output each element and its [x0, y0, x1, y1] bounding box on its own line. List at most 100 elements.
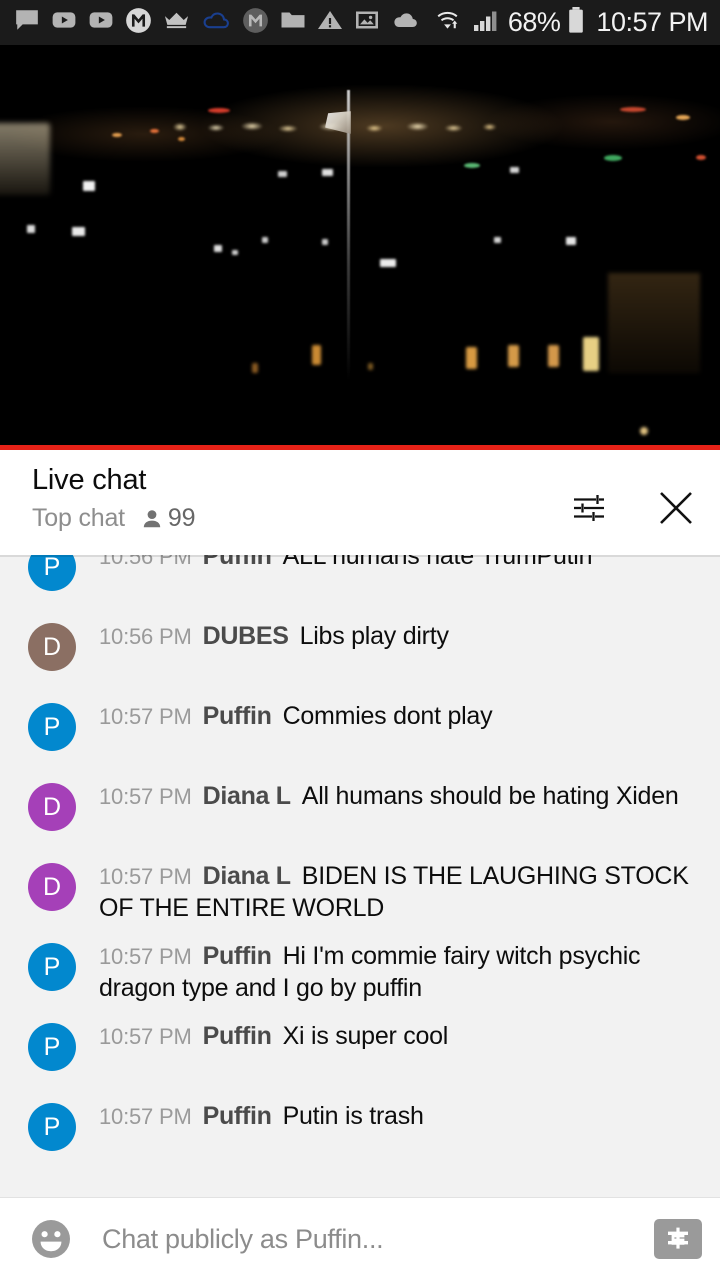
folder-icon	[280, 8, 306, 37]
video-light	[696, 155, 706, 160]
chat-message-body: 10:57 PM Diana L All humans should be hati…	[99, 779, 679, 812]
video-light	[83, 181, 95, 191]
video-light	[252, 363, 258, 373]
message-text: Libs play dirty	[299, 622, 449, 650]
video-skyline-lights	[0, 119, 720, 135]
avatar[interactable]: P	[28, 555, 76, 591]
status-bar-clock: 10:57 PM	[596, 7, 708, 37]
chat-message-row[interactable]: P 10:57 PM Puffin Commies dont play	[0, 699, 720, 779]
chat-message-row[interactable]: D 10:57 PM Diana L All humans should be hat…	[0, 779, 720, 859]
video-light	[322, 239, 328, 245]
message-text: Putin is trash	[282, 1102, 424, 1130]
chat-header-subtitle: Top chat 99	[32, 504, 564, 533]
video-light	[178, 137, 185, 141]
avatar[interactable]: P	[28, 1023, 76, 1071]
message-text: Xi is super cool	[282, 1022, 449, 1050]
video-light	[494, 237, 501, 243]
status-bar-system-icons: 68% 10:57 PM	[435, 6, 708, 39]
video-light	[464, 163, 480, 168]
avatar[interactable]: P	[28, 703, 76, 751]
video-light	[380, 259, 396, 267]
message-timestamp: 10:56 PM	[99, 555, 192, 569]
chat-message-row[interactable]: P 10:57 PM Puffin Hi I'm commie fairy witch…	[0, 939, 720, 1019]
video-light	[278, 171, 287, 177]
message-author[interactable]: Diana L	[203, 782, 292, 810]
message-timestamp: 10:57 PM	[99, 1104, 192, 1129]
video-light	[548, 345, 559, 367]
live-video-player[interactable]	[0, 45, 720, 450]
mega-circle-icon	[242, 7, 269, 39]
wifi-transfer-icon	[435, 7, 466, 38]
video-light	[620, 107, 646, 112]
video-building	[608, 273, 700, 373]
avatar[interactable]: P	[28, 943, 76, 991]
message-timestamp: 10:57 PM	[99, 864, 192, 889]
live-chat-message-list[interactable]: P 10:56 PM Puffin ALL humans hate TrumPutin…	[0, 555, 720, 1197]
message-text: Commies dont play	[282, 702, 493, 730]
chat-message-row[interactable]: D 10:57 PM Diana L BIDEN IS THE LAUGHING ST…	[0, 859, 720, 939]
chat-message-row[interactable]: P 10:57 PM Puffin Xi is super cool	[0, 1019, 720, 1099]
video-light	[510, 167, 519, 173]
chat-mode-label[interactable]: Top chat	[32, 504, 125, 533]
message-author[interactable]: Puffin	[203, 1102, 272, 1130]
video-light	[604, 155, 622, 161]
close-icon	[654, 492, 698, 533]
video-light	[150, 129, 159, 133]
message-author[interactable]: Puffin	[203, 1022, 272, 1050]
video-light	[208, 108, 230, 113]
live-chat-header: Live chat Top chat 99	[0, 450, 720, 555]
tune-sliders-icon	[568, 495, 608, 531]
message-author[interactable]: Puffin	[203, 942, 272, 970]
chat-message-body: 10:57 PM Puffin Hi I'm commie fairy witch …	[99, 939, 697, 1004]
video-light	[508, 345, 519, 367]
message-author[interactable]: DUBES	[203, 622, 289, 650]
video-sky	[0, 45, 720, 450]
video-light	[262, 237, 268, 243]
video-light	[72, 227, 85, 236]
viewer-count-group: 99	[141, 504, 196, 533]
cloud-icon	[391, 9, 420, 36]
message-author[interactable]: Diana L	[203, 862, 292, 890]
video-light	[214, 245, 222, 252]
video-light	[368, 363, 373, 370]
status-bar-notification-icons	[14, 7, 435, 39]
avatar[interactable]: D	[28, 623, 76, 671]
chat-message-row[interactable]: P 10:56 PM Puffin ALL humans hate TrumPutin	[0, 555, 720, 619]
onedrive-cloud-icon	[201, 8, 231, 37]
video-light	[640, 427, 648, 435]
avatar[interactable]: D	[28, 783, 76, 831]
video-light	[583, 337, 599, 371]
message-text: All humans should be hating Xiden	[301, 782, 679, 810]
message-text: ALL humans hate TrumPutin	[282, 555, 593, 570]
viewer-count: 99	[167, 504, 196, 533]
page-title: Live chat	[32, 464, 147, 496]
avatar[interactable]: P	[28, 1103, 76, 1151]
video-light	[466, 347, 477, 369]
message-timestamp: 10:57 PM	[99, 944, 192, 969]
message-author[interactable]: Puffin	[203, 702, 272, 730]
avatar[interactable]: D	[28, 863, 76, 911]
close-chat-button[interactable]	[650, 482, 702, 534]
video-light	[27, 225, 35, 233]
video-light	[676, 115, 690, 120]
chat-message-row[interactable]: P 10:57 PM Puffin Putin is trash	[0, 1099, 720, 1179]
superchat-button[interactable]	[654, 1219, 702, 1259]
warning-triangle-icon	[317, 8, 343, 37]
chat-input[interactable]	[102, 1223, 642, 1255]
chat-header-actions	[564, 464, 702, 534]
emoji-smiley-icon[interactable]	[28, 1216, 74, 1262]
chat-header-titles: Live chat Top chat 99	[32, 464, 564, 533]
youtube-icon-2	[88, 7, 114, 38]
message-author[interactable]: Puffin	[203, 555, 272, 570]
chat-message-body: 10:57 PM Puffin Commies dont play	[99, 699, 493, 732]
dollar-superchat-icon	[663, 1223, 693, 1256]
chat-settings-button[interactable]	[564, 484, 612, 532]
cellular-signal-icon	[473, 7, 501, 38]
chat-message-body: 10:57 PM Puffin Xi is super cool	[99, 1019, 448, 1052]
video-light	[322, 169, 333, 176]
message-timestamp: 10:57 PM	[99, 704, 192, 729]
battery-icon	[567, 6, 585, 39]
chat-message-row[interactable]: D 10:56 PM DUBES Libs play dirty	[0, 619, 720, 699]
status-bar[interactable]: 68% 10:57 PM	[0, 0, 720, 45]
video-light	[312, 345, 321, 365]
